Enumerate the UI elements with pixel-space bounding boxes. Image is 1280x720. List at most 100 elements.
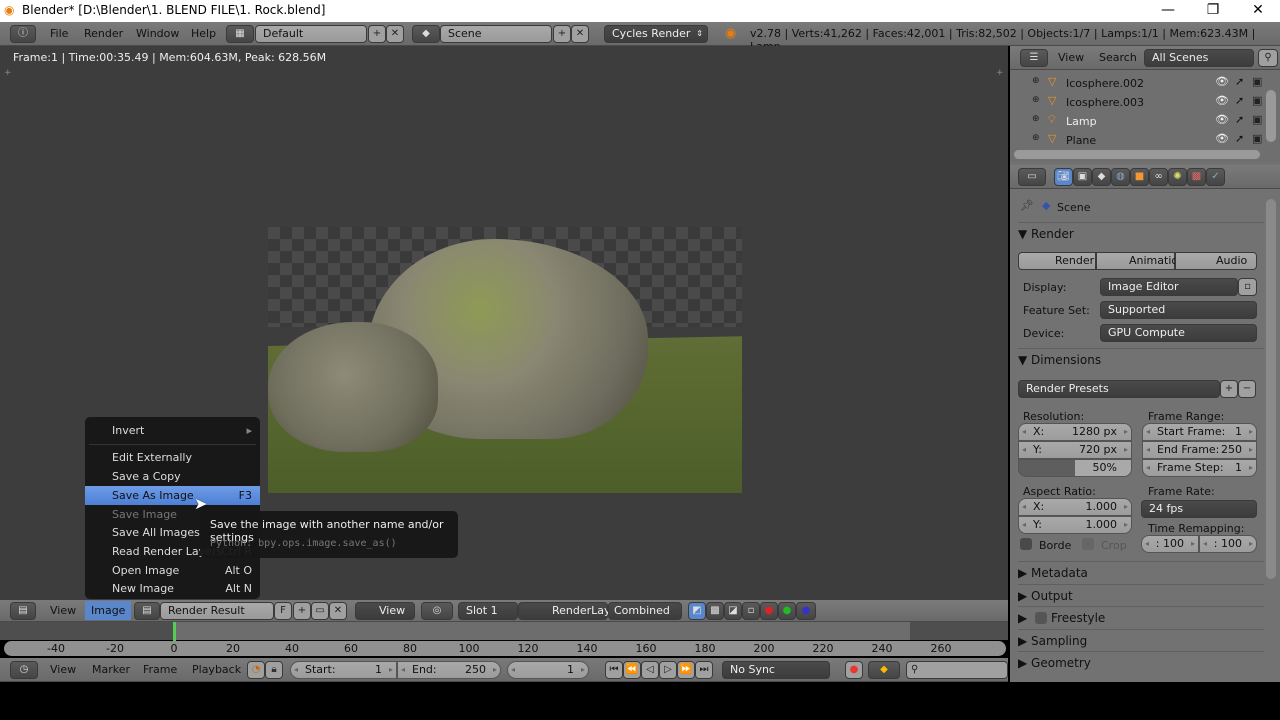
blue-channel-icon[interactable]: ● — [796, 602, 816, 620]
menu-view[interactable]: View — [50, 604, 76, 617]
remap-new-field[interactable]: ◂: 100 ▸ — [1199, 535, 1257, 553]
display-mode-select[interactable]: All Scenes — [1144, 49, 1254, 67]
render-engine-select[interactable]: Cycles Render ⇕ — [604, 25, 708, 43]
color-alpha-icon[interactable]: ◩ — [688, 602, 706, 620]
texture-tab-icon[interactable]: ✓ — [1206, 168, 1225, 186]
add-preset-icon[interactable]: + — [1220, 380, 1238, 398]
menu-item-new-image[interactable]: New Image Alt N — [85, 579, 260, 598]
menu-file[interactable]: File — [50, 27, 68, 40]
menu-item-save-a-copy[interactable]: Save a Copy — [85, 467, 260, 486]
expand-icon[interactable]: ⊕ — [1032, 76, 1040, 86]
close-button[interactable]: ✕ — [1236, 0, 1280, 22]
frame-rate-select[interactable]: 24 fps — [1141, 500, 1257, 518]
eye-icon[interactable]: 👁︎ — [1215, 75, 1229, 88]
slot-select[interactable]: Slot 1 — [458, 602, 518, 620]
preview-range-icon[interactable]: ◔ — [247, 661, 265, 679]
menu-search[interactable]: Search — [1099, 51, 1137, 64]
menu-window[interactable]: Window — [136, 27, 179, 40]
display-select[interactable]: Image Editor — [1100, 278, 1238, 296]
new-image-icon[interactable]: + — [293, 602, 311, 620]
eye-icon[interactable]: 👁︎ — [1215, 132, 1229, 145]
object-tab-icon[interactable]: ■ — [1130, 168, 1149, 186]
menu-view[interactable]: View — [50, 663, 76, 676]
open-folder-icon[interactable]: ▭ — [311, 602, 329, 620]
render-tab-icon[interactable]: 📷︎ — [1054, 168, 1073, 186]
image-browse-icon[interactable]: ▤ — [134, 602, 160, 620]
layout-name-field[interactable]: Default — [255, 25, 367, 43]
lock-icon[interactable]: 🔒︎ — [265, 661, 283, 679]
jump-end-icon[interactable]: ⏭ — [695, 661, 713, 679]
geometry-panel-header[interactable]: ▶ Geometry — [1018, 651, 1264, 673]
sampling-panel-header[interactable]: ▶ Sampling — [1018, 629, 1264, 651]
jump-keyframe-back-icon[interactable]: ⏪ — [623, 661, 641, 679]
editor-type-info-icon[interactable]: ⓘ — [10, 25, 36, 43]
outliner-h-scrollbar[interactable] — [1014, 150, 1260, 159]
outliner-item-name[interactable]: Lamp — [1066, 115, 1097, 128]
pivot-icon[interactable]: ◎ — [421, 602, 453, 620]
dimensions-panel-header[interactable]: ▼ Dimensions — [1018, 348, 1264, 370]
sequencer-icon[interactable]: ▫ — [742, 602, 760, 620]
render-button[interactable]: Render — [1018, 252, 1096, 270]
expand-icon[interactable]: ⊕ — [1032, 114, 1040, 124]
aspect-y-field[interactable]: ◂ Y: 1.000 ▸ — [1018, 516, 1132, 534]
properties-scrollbar[interactable] — [1266, 199, 1276, 579]
render-layers-tab-icon[interactable]: ▣ — [1073, 168, 1092, 186]
render-camera-icon[interactable]: ▣ — [1252, 75, 1262, 88]
menu-item-edit-externally[interactable]: Edit Externally — [85, 448, 260, 467]
menu-item-save-as-image[interactable]: Save As Image F3 — [85, 486, 260, 505]
outliner-v-scrollbar[interactable] — [1266, 90, 1276, 142]
select-cursor-icon[interactable]: ➚ — [1235, 113, 1244, 126]
resolution-percentage-slider[interactable]: 50% — [1018, 459, 1132, 477]
record-icon[interactable]: ● — [845, 661, 863, 679]
sync-mode-select[interactable]: No Sync — [722, 661, 830, 679]
editor-type-timeline-icon[interactable]: ◷ — [10, 661, 38, 679]
render-camera-icon[interactable]: ▣ — [1252, 132, 1262, 145]
keying-set-icon[interactable]: ◆ — [868, 661, 900, 679]
jump-keyframe-forward-icon[interactable]: ⏩ — [677, 661, 695, 679]
remove-preset-icon[interactable]: − — [1238, 380, 1256, 398]
scene-tab-icon[interactable]: ◆ — [1092, 168, 1111, 186]
select-cursor-icon[interactable]: ➚ — [1235, 75, 1244, 88]
material-tab-icon[interactable]: ▩ — [1187, 168, 1206, 186]
play-icon[interactable]: ▷ — [659, 661, 677, 679]
outliner-item-name[interactable]: Icosphere.003 — [1066, 96, 1144, 109]
red-channel-icon[interactable]: ● — [760, 602, 778, 620]
minimize-button[interactable]: — — [1146, 0, 1190, 22]
outliner-item[interactable]: ⊕ ▽ Plane 👁︎ ➚ ▣ — [1010, 131, 1265, 149]
end-frame-field[interactable]: ◂ End Frame: 250 ▸ — [1142, 441, 1257, 459]
expand-icon[interactable]: ⊕ — [1032, 95, 1040, 105]
menu-frame[interactable]: Frame — [143, 663, 177, 676]
image-name-field[interactable]: Render Result — [160, 602, 274, 620]
scene-icon[interactable]: ◆ — [412, 25, 440, 43]
timeline-scrollbar[interactable] — [4, 641, 1006, 656]
audio-button[interactable]: Audio — [1175, 252, 1257, 270]
aspect-x-field[interactable]: ◂ X: 1.000 ▸ — [1018, 498, 1132, 516]
render-camera-icon[interactable]: ▣ — [1252, 113, 1262, 126]
crop-checkbox[interactable] — [1082, 538, 1094, 550]
world-tab-icon[interactable]: ◍ — [1111, 168, 1130, 186]
eye-icon[interactable]: 👁︎ — [1215, 94, 1229, 107]
menu-item-open-image[interactable]: Open Image Alt O — [85, 561, 260, 580]
add-layout-icon[interactable]: + — [368, 25, 386, 43]
add-scene-icon[interactable]: + — [553, 25, 571, 43]
alpha-checker-icon[interactable]: ▩ — [706, 602, 724, 620]
constraints-tab-icon[interactable]: ∞ — [1149, 168, 1168, 186]
keying-set-select[interactable]: ⚲ — [906, 661, 1008, 679]
freestyle-checkbox[interactable] — [1035, 612, 1048, 624]
outliner-item-name[interactable]: Plane — [1066, 134, 1096, 147]
menu-view[interactable]: View — [1058, 51, 1084, 64]
select-cursor-icon[interactable]: ➚ — [1235, 94, 1244, 107]
render-pass-select[interactable]: Combined — [608, 602, 682, 620]
feature-set-select[interactable]: Supported — [1100, 301, 1257, 319]
eye-icon[interactable]: 👁︎ — [1215, 113, 1229, 126]
data-tab-icon[interactable]: ✺ — [1168, 168, 1187, 186]
render-layer-select[interactable]: RenderLayer — [518, 602, 622, 620]
start-frame-field[interactable]: ◂ Start: 1 ▸ — [290, 661, 397, 679]
menu-item-invert[interactable]: Invert ▸ — [85, 421, 260, 440]
render-presets-select[interactable]: Render Presets — [1018, 380, 1220, 398]
editor-type-outliner-icon[interactable]: ☰ — [1020, 49, 1048, 67]
menu-playback[interactable]: Playback — [192, 663, 241, 676]
fake-user-button[interactable]: F — [274, 602, 292, 620]
menu-render[interactable]: Render — [84, 27, 123, 40]
play-reverse-icon[interactable]: ◁ — [641, 661, 659, 679]
